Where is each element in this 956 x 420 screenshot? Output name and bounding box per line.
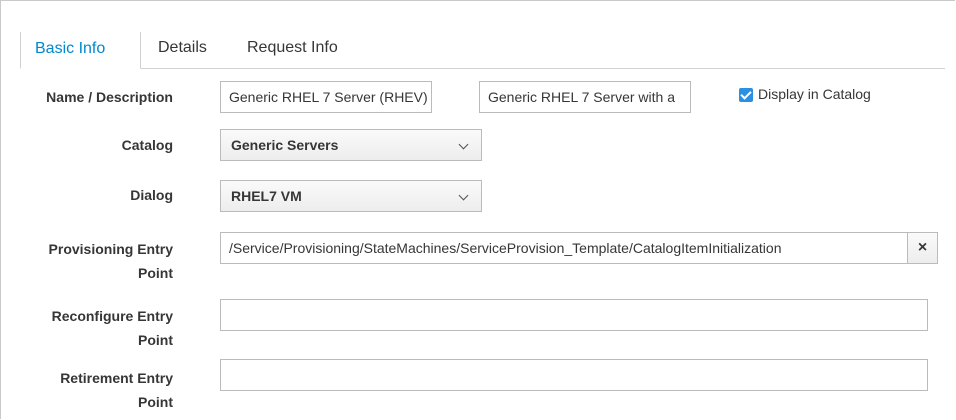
- provisioning-label: Provisioning Entry Point: [13, 237, 173, 285]
- close-icon: ×: [917, 239, 928, 256]
- tab-bar: Basic Info Details Request Info: [20, 30, 945, 69]
- name-description-label: Name / Description: [46, 89, 173, 105]
- retirement-label-line2: Point: [138, 394, 173, 410]
- display-in-catalog-label: Display in Catalog: [758, 86, 871, 102]
- tab-basic-info[interactable]: Basic Info: [20, 30, 141, 69]
- reconfigure-label: Reconfigure Entry Point: [13, 304, 173, 352]
- retirement-label: Retirement Entry Point: [13, 366, 173, 414]
- catalog-label: Catalog: [121, 137, 173, 153]
- reconfigure-label-line2: Point: [138, 332, 173, 348]
- reconfigure-entry-field[interactable]: [220, 299, 928, 331]
- catalog-select-value: Generic Servers: [231, 137, 339, 153]
- dialog-label: Dialog: [130, 187, 173, 203]
- reconfigure-label-line1: Reconfigure Entry: [51, 308, 173, 324]
- chevron-down-icon: [458, 190, 469, 201]
- display-in-catalog-checkbox[interactable]: [739, 88, 753, 102]
- provisioning-label-line1: Provisioning Entry: [48, 241, 173, 257]
- retirement-label-line1: Retirement Entry: [60, 370, 173, 386]
- description-field[interactable]: Generic RHEL 7 Server with a: [479, 81, 691, 113]
- tab-details[interactable]: Details: [144, 30, 221, 68]
- clear-provisioning-button[interactable]: ×: [907, 232, 938, 264]
- tab-request-info[interactable]: Request Info: [233, 30, 352, 68]
- catalog-select[interactable]: Generic Servers: [220, 129, 482, 161]
- dialog-select-value: RHEL7 VM: [231, 188, 302, 204]
- provisioning-entry-field[interactable]: /Service/Provisioning/StateMachines/Serv…: [220, 232, 908, 264]
- retirement-entry-field[interactable]: [220, 359, 928, 391]
- name-field[interactable]: Generic RHEL 7 Server (RHEV): [220, 81, 432, 113]
- chevron-down-icon: [458, 139, 469, 150]
- dialog-select[interactable]: RHEL7 VM: [220, 180, 482, 212]
- provisioning-label-line2: Point: [138, 265, 173, 281]
